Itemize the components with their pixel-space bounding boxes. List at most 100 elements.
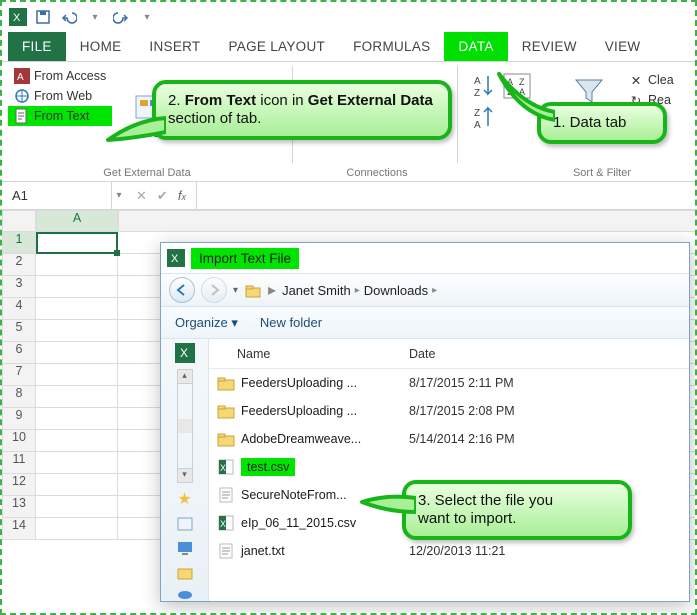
row-header[interactable]: 3 (2, 276, 36, 298)
row-header[interactable]: 11 (2, 452, 36, 474)
cell[interactable] (36, 496, 118, 518)
list-col-date[interactable]: Date (409, 347, 689, 361)
fx-icon[interactable]: fx (178, 188, 186, 203)
file-date: 8/17/2015 2:11 PM (409, 376, 689, 390)
tab-page-layout[interactable]: PAGE LAYOUT (214, 32, 339, 61)
callout-1-text: 1. Data tab (553, 114, 626, 131)
forward-button[interactable] (201, 277, 227, 303)
row-header[interactable]: 6 (2, 342, 36, 364)
cell[interactable] (36, 364, 118, 386)
select-all-corner[interactable] (2, 210, 36, 232)
callout-2-t3: icon in (256, 92, 308, 109)
breadcrumb-0[interactable]: Janet Smith (282, 283, 351, 298)
tab-review[interactable]: REVIEW (508, 32, 591, 61)
text-file-icon (14, 108, 30, 124)
enter-formula-icon[interactable]: ✔ (157, 188, 168, 204)
file-name: SecureNoteFrom... (241, 488, 347, 502)
tab-formulas[interactable]: FORMULAS (339, 32, 444, 61)
desktop-icon[interactable] (176, 539, 194, 557)
file-row[interactable]: Xtest.csv (209, 453, 689, 481)
from-access-label: From Access (34, 69, 106, 83)
row-header[interactable]: 1 (2, 232, 36, 254)
svg-text:X: X (220, 463, 226, 473)
tab-home[interactable]: HOME (66, 32, 136, 61)
breadcrumb[interactable]: Janet Smith ▸ Downloads ▸ (282, 283, 437, 298)
redo-dropdown-icon[interactable]: ▾ (136, 6, 158, 28)
cell[interactable] (36, 408, 118, 430)
ribbon-tabs: FILE HOME INSERT PAGE LAYOUT FORMULAS DA… (2, 32, 695, 62)
sort-asc-button[interactable]: AZ (472, 72, 496, 100)
history-dropdown-icon[interactable]: ▾ (233, 285, 238, 296)
back-button[interactable] (169, 277, 195, 303)
up-folder-icon[interactable] (244, 281, 262, 299)
cell[interactable] (36, 298, 118, 320)
row-header[interactable]: 2 (2, 254, 36, 276)
row-header[interactable]: 12 (2, 474, 36, 496)
undo-icon[interactable] (58, 6, 80, 28)
cell[interactable] (36, 518, 118, 540)
callout-2-t1: 2. (168, 92, 185, 109)
new-folder-button[interactable]: New folder (260, 315, 322, 330)
callout-3-t2: want to import. (418, 510, 516, 527)
row-header[interactable]: 14 (2, 518, 36, 540)
cell[interactable] (36, 320, 118, 342)
cell[interactable] (36, 474, 118, 496)
downloads-folder-icon[interactable] (176, 563, 194, 581)
name-box[interactable]: A1 (2, 182, 112, 209)
svg-text:X: X (180, 346, 188, 360)
list-col-name[interactable]: Name (209, 347, 409, 361)
sort-desc-button[interactable]: ZA (472, 104, 496, 132)
row-header[interactable]: 10 (2, 430, 36, 452)
save-icon[interactable] (32, 6, 54, 28)
sidebar-scrollbar[interactable]: ▴▾ (177, 369, 193, 483)
formula-bar: A1 ▾ ✕ ✔ fx (2, 182, 695, 210)
callout-2-t2: From Text (185, 92, 256, 109)
svg-text:X: X (171, 253, 179, 265)
cancel-formula-icon[interactable]: ✕ (136, 188, 147, 204)
cell[interactable] (36, 254, 118, 276)
dialog-title: Import Text File (191, 248, 299, 269)
recent-icon[interactable] (176, 515, 194, 533)
cell[interactable] (36, 452, 118, 474)
file-row[interactable]: AdobeDreamweave...5/14/2014 2:16 PM (209, 425, 689, 453)
row-header[interactable]: 4 (2, 298, 36, 320)
from-web-button[interactable]: From Web (8, 86, 112, 106)
file-row[interactable]: FeedersUploading ...8/17/2015 2:11 PM (209, 369, 689, 397)
callout-1: 1. Data tab (537, 102, 667, 144)
cell[interactable] (36, 430, 118, 452)
cell[interactable] (36, 276, 118, 298)
row-header[interactable]: 5 (2, 320, 36, 342)
skydrive-icon[interactable] (176, 587, 194, 601)
svg-text:A: A (474, 76, 481, 87)
cell[interactable] (36, 342, 118, 364)
tab-data[interactable]: DATA (444, 32, 507, 61)
breadcrumb-1[interactable]: Downloads (364, 283, 428, 298)
svg-text:X: X (220, 519, 226, 529)
row-header[interactable]: 13 (2, 496, 36, 518)
favorites-icon[interactable]: ★ (177, 489, 191, 509)
row-header[interactable]: 9 (2, 408, 36, 430)
file-row[interactable]: FeedersUploading ...8/17/2015 2:08 PM (209, 397, 689, 425)
file-row[interactable]: janet.txt12/20/2013 11:21 (209, 537, 689, 565)
name-box-dropdown-icon[interactable]: ▾ (112, 190, 126, 201)
folder-icon (217, 430, 235, 448)
excel-icon: X (217, 458, 235, 476)
tab-file[interactable]: FILE (8, 32, 66, 61)
from-access-button[interactable]: A From Access (8, 66, 112, 86)
tab-view[interactable]: VIEW (591, 32, 655, 61)
cell[interactable] (36, 386, 118, 408)
col-header-rest[interactable] (118, 210, 697, 232)
row-header[interactable]: 7 (2, 364, 36, 386)
redo-icon[interactable] (110, 6, 132, 28)
row-header[interactable]: 8 (2, 386, 36, 408)
tab-insert[interactable]: INSERT (135, 32, 214, 61)
group-label-connections: Connections (312, 167, 442, 179)
col-header-a[interactable]: A (36, 210, 118, 232)
organize-button[interactable]: Organize ▾ (175, 315, 238, 331)
clear-filter-button[interactable]: ✕Clea (622, 70, 680, 90)
qat-customize-icon[interactable]: ▾ (84, 6, 106, 28)
cell[interactable] (36, 232, 118, 254)
breadcrumb-sep-2: ▸ (432, 285, 437, 296)
file-list: Name Date FeedersUploading ...8/17/2015 … (209, 339, 689, 601)
from-text-button[interactable]: From Text (8, 106, 112, 126)
